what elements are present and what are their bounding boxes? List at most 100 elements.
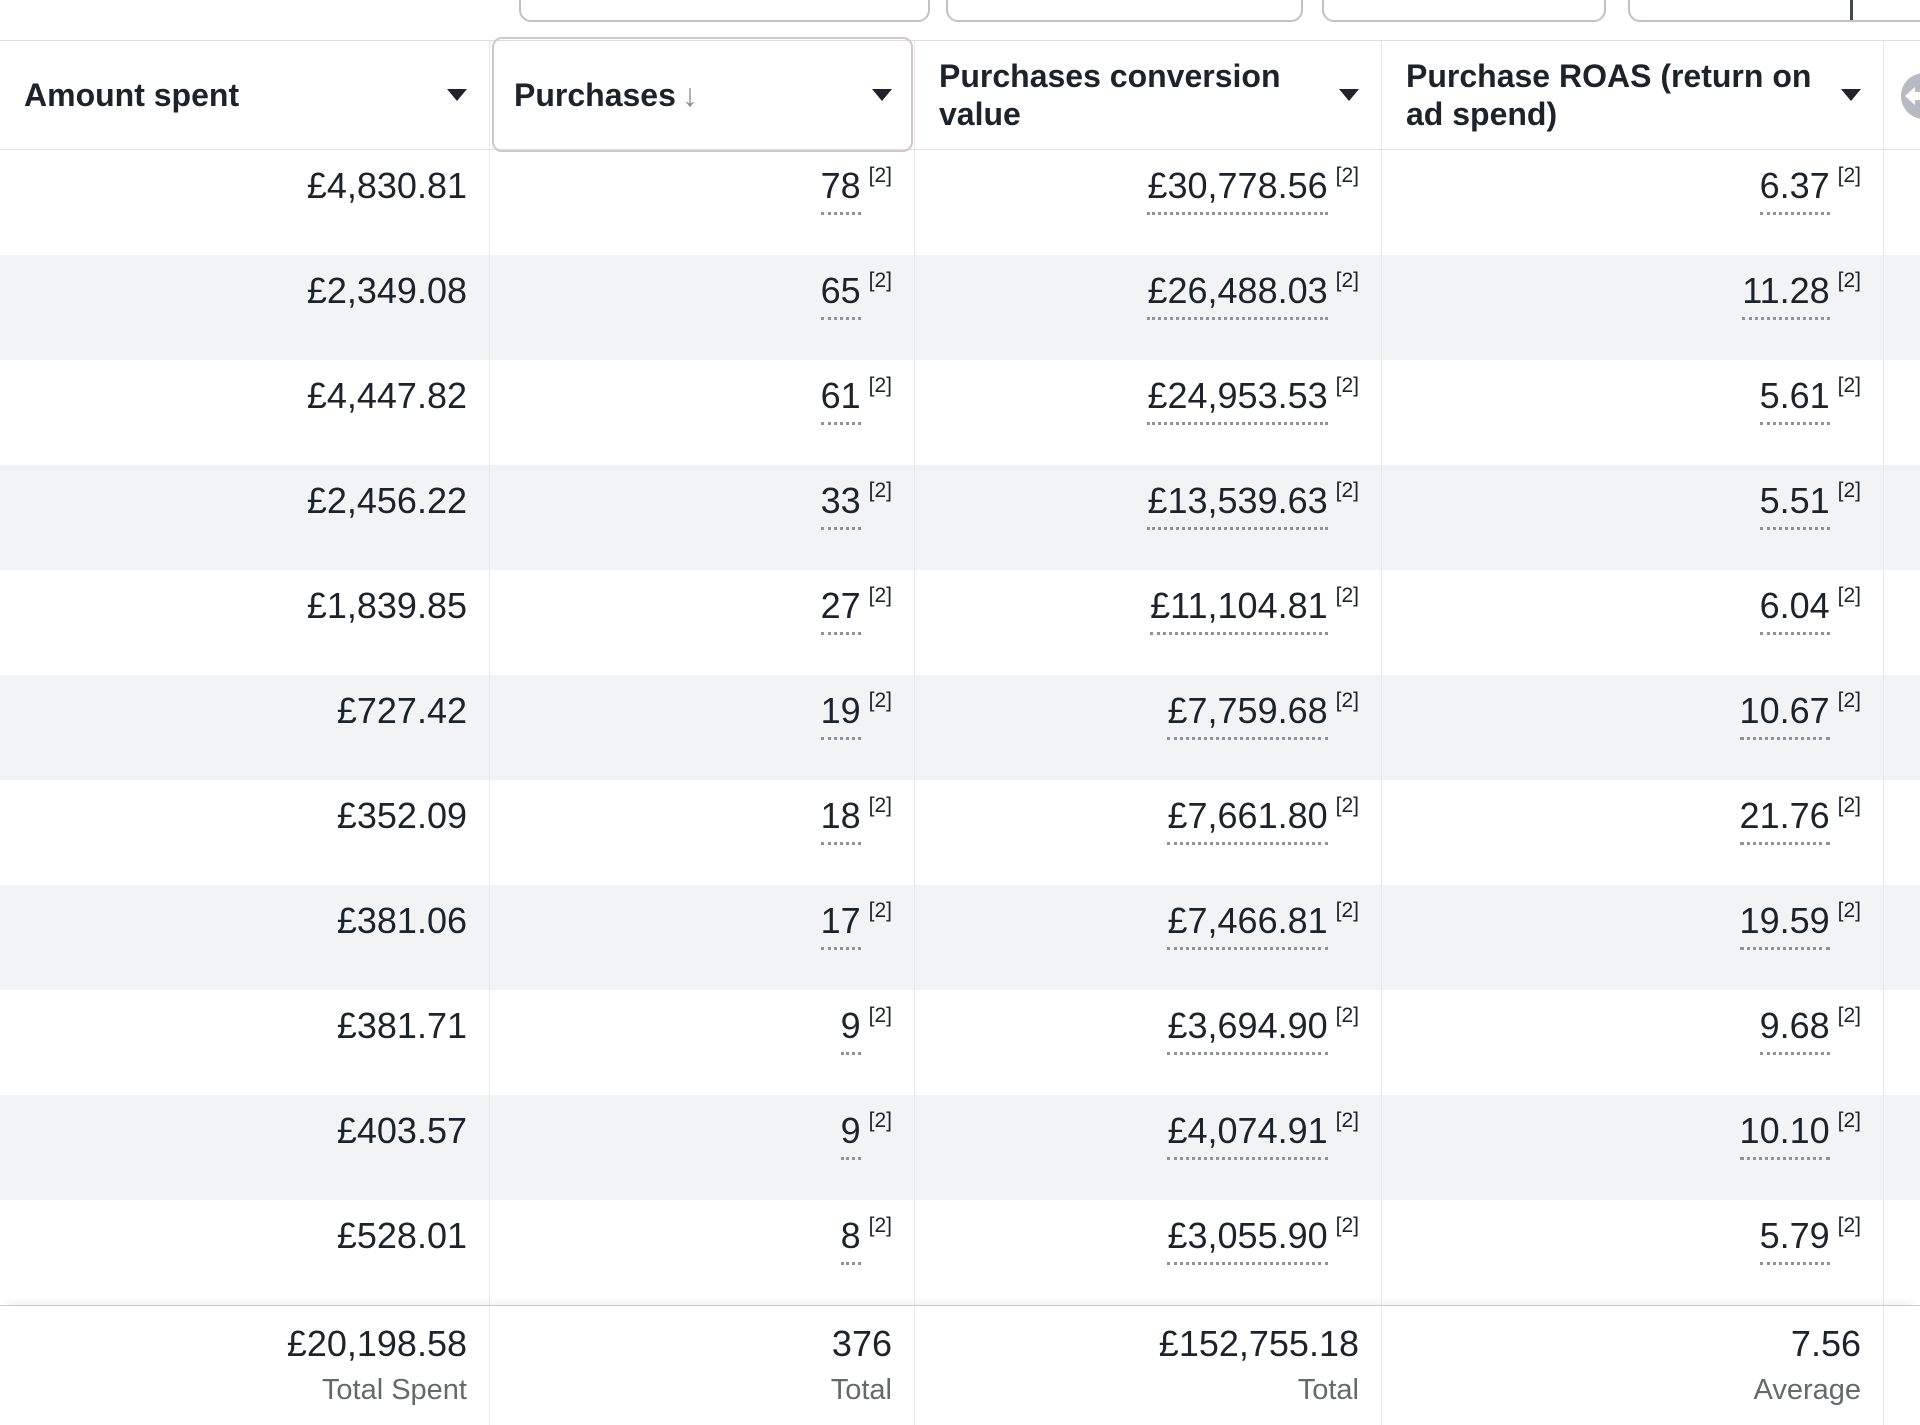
footnote-marker: [2]	[1336, 794, 1359, 817]
toolbar-control-4[interactable]	[1628, 0, 1920, 22]
column-header-amount-spent[interactable]: Amount spent	[0, 41, 490, 149]
conversion-value[interactable]: £7,759.68	[1167, 690, 1327, 740]
spacer-cell	[1884, 360, 1920, 465]
totals-row: £20,198.58 Total Spent 376 Total £152,75…	[0, 1305, 1920, 1425]
purchases-value[interactable]: 8	[841, 1215, 861, 1265]
roas-cell: 21.76[2]	[1382, 780, 1884, 885]
footnote-marker: [2]	[1336, 374, 1359, 397]
purchases-cell: 9[2]	[490, 990, 915, 1095]
roas-value[interactable]: 10.67	[1740, 690, 1830, 740]
purchases-value[interactable]: 61	[821, 375, 861, 425]
conversion-value[interactable]: £24,953.53	[1147, 375, 1327, 425]
roas-cell: 10.10[2]	[1382, 1095, 1884, 1200]
totals-conversion-value-cell: £152,755.18 Total	[915, 1306, 1382, 1425]
amount-spent-value: £4,447.82	[307, 375, 467, 416]
purchases-value[interactable]: 19	[821, 690, 861, 740]
conversion-value-cell: £11,104.81[2]	[915, 570, 1382, 675]
toolbar-control-1[interactable]	[519, 0, 930, 22]
purchases-value[interactable]: 27	[821, 585, 861, 635]
toolbar-control-3[interactable]	[1322, 0, 1606, 22]
roas-value[interactable]: 6.04	[1760, 585, 1830, 635]
column-menu-caret-icon[interactable]	[872, 89, 892, 101]
roas-cell: 5.79[2]	[1382, 1200, 1884, 1305]
column-header-purchases-conversion-value[interactable]: Purchases conversion value	[915, 41, 1382, 149]
totals-value: 376	[490, 1323, 892, 1365]
spacer-cell	[1884, 255, 1920, 360]
totals-label: Total Spent	[0, 1374, 467, 1407]
totals-label: Average	[1382, 1374, 1861, 1407]
purchases-cell: 33[2]	[490, 465, 915, 570]
purchases-value[interactable]: 9	[841, 1110, 861, 1160]
conversion-value[interactable]: £30,778.56	[1147, 165, 1327, 215]
column-menu-caret-icon[interactable]	[447, 89, 467, 101]
footnote-marker: [2]	[1838, 584, 1861, 607]
conversion-value[interactable]: £4,074.91	[1167, 1110, 1327, 1160]
roas-value[interactable]: 21.76	[1740, 795, 1830, 845]
purchases-value[interactable]: 17	[821, 900, 861, 950]
footnote-marker: [2]	[1336, 164, 1359, 187]
purchases-value[interactable]: 78	[821, 165, 861, 215]
conversion-value[interactable]: £11,104.81	[1150, 585, 1328, 635]
totals-amount-cell: £20,198.58 Total Spent	[0, 1306, 490, 1425]
conversion-value[interactable]: £3,055.90	[1167, 1215, 1327, 1265]
footnote-marker: [2]	[1838, 689, 1861, 712]
amount-spent-value: £1,839.85	[307, 585, 467, 626]
roas-value[interactable]: 5.79	[1760, 1215, 1830, 1265]
toolbar-control-2[interactable]	[946, 0, 1303, 22]
amount-spent-value: £727.42	[337, 690, 467, 731]
table-row: £381.06 17[2] £7,466.81[2] 19.59[2]	[0, 885, 1920, 990]
conversion-value[interactable]: £13,539.63	[1147, 480, 1327, 530]
roas-value[interactable]: 6.37	[1760, 165, 1830, 215]
spacer-cell	[1884, 1200, 1920, 1305]
column-header-label: Purchase ROAS (return on ad spend)	[1406, 57, 1841, 134]
footnote-marker: [2]	[869, 899, 892, 922]
footnote-marker: [2]	[1838, 1004, 1861, 1027]
amount-spent-cell: £4,830.81	[0, 150, 490, 255]
roas-cell: 6.37[2]	[1382, 150, 1884, 255]
amount-spent-cell: £2,456.22	[0, 465, 490, 570]
spacer-cell	[1884, 150, 1920, 255]
amount-spent-cell: £2,349.08	[0, 255, 490, 360]
column-header-purchase-roas[interactable]: Purchase ROAS (return on ad spend)	[1382, 41, 1884, 149]
footnote-marker: [2]	[1838, 374, 1861, 397]
footnote-marker: [2]	[1336, 1214, 1359, 1237]
conversion-value[interactable]: £7,661.80	[1167, 795, 1327, 845]
conversion-value[interactable]: £3,694.90	[1167, 1005, 1327, 1055]
roas-value[interactable]: 5.61	[1760, 375, 1830, 425]
totals-roas-cell: 7.56 Average	[1382, 1306, 1884, 1425]
conversion-value-cell: £3,694.90[2]	[915, 990, 1382, 1095]
totals-spacer	[1884, 1306, 1920, 1425]
purchases-value[interactable]: 9	[841, 1005, 861, 1055]
purchases-value[interactable]: 33	[821, 480, 861, 530]
column-header-label: Purchases conversion value	[939, 57, 1339, 134]
roas-value[interactable]: 19.59	[1740, 900, 1830, 950]
roas-value[interactable]: 11.28	[1742, 270, 1829, 320]
purchases-value[interactable]: 18	[821, 795, 861, 845]
column-header-purchases[interactable]: Purchases↓	[490, 41, 915, 149]
footnote-marker: [2]	[1336, 479, 1359, 502]
spacer-cell	[1884, 570, 1920, 675]
purchases-cell: 9[2]	[490, 1095, 915, 1200]
amount-spent-cell: £727.42	[0, 675, 490, 780]
roas-value[interactable]: 5.51	[1760, 480, 1830, 530]
amount-spent-cell: £381.71	[0, 990, 490, 1095]
amount-spent-cell: £352.09	[0, 780, 490, 885]
table-row: £403.57 9[2] £4,074.91[2] 10.10[2]	[0, 1095, 1920, 1200]
purchases-cell: 61[2]	[490, 360, 915, 465]
amount-spent-value: £381.06	[337, 900, 467, 941]
column-menu-caret-icon[interactable]	[1841, 89, 1861, 101]
purchases-value[interactable]: 65	[821, 270, 861, 320]
column-header-label: Amount spent	[24, 76, 447, 114]
roas-value[interactable]: 9.68	[1760, 1005, 1830, 1055]
conversion-value-cell: £13,539.63 [2]	[915, 465, 1382, 570]
conversion-value[interactable]: £26,488.03	[1147, 270, 1327, 320]
spacer-cell	[1884, 780, 1920, 885]
column-menu-caret-icon[interactable]	[1339, 89, 1359, 101]
purchases-cell: 17 [2]	[490, 885, 915, 990]
roas-value[interactable]: 10.10	[1740, 1110, 1830, 1160]
conversion-value[interactable]: £7,466.81	[1167, 900, 1327, 950]
table-body: £4,830.81 78[2] £30,778.56[2] 6.37[2] £2…	[0, 150, 1920, 1305]
spacer-cell	[1884, 675, 1920, 780]
amount-spent-cell: £1,839.85	[0, 570, 490, 675]
table-row: £528.01 8[2] £3,055.90[2] 5.79[2]	[0, 1200, 1920, 1305]
